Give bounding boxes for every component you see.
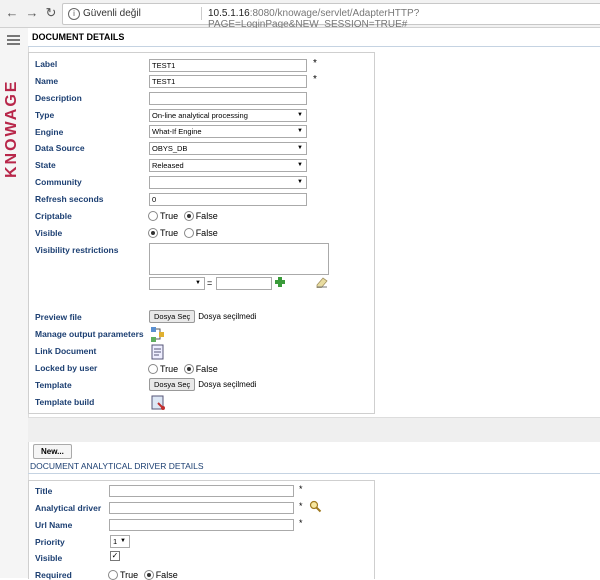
- description-input[interactable]: [149, 92, 307, 105]
- erase-restriction-icon[interactable]: [314, 276, 328, 290]
- required-false-radio[interactable]: [143, 569, 154, 580]
- equals-sign: =: [207, 278, 213, 288]
- refresh-seconds-input[interactable]: 0: [149, 193, 307, 206]
- required-label: Required: [35, 570, 72, 580]
- radio-label: False: [195, 363, 218, 374]
- knowage-logo: KNOWAGE: [3, 79, 20, 178]
- link-document-icon[interactable]: [151, 344, 164, 362]
- document-details-header: DOCUMENT DETAILS: [28, 28, 600, 47]
- security-label: Güvenli değil: [83, 8, 141, 19]
- link-document-label: Link Document: [35, 346, 97, 356]
- state-select[interactable]: Released: [149, 159, 307, 172]
- state-label: State: [35, 160, 56, 170]
- visible-radio-group: True False: [148, 227, 221, 238]
- description-label: Description: [35, 93, 82, 103]
- new-button[interactable]: New...: [33, 444, 72, 459]
- criptable-true-radio[interactable]: [148, 210, 158, 221]
- criptable-false-radio[interactable]: [183, 210, 194, 221]
- template-build-icon[interactable]: [151, 395, 166, 413]
- template-build-label: Template build: [35, 397, 95, 407]
- preview-file-status: Dosya seçilmedi: [198, 312, 257, 321]
- locked-by-user-radio-group: True False: [148, 363, 221, 374]
- driver-visible-label: Visible: [35, 553, 63, 563]
- forward-icon[interactable]: →: [25, 6, 39, 20]
- template-label: Template: [35, 380, 72, 390]
- analytical-driver-input[interactable]: [109, 502, 294, 514]
- visibility-restrictions-list[interactable]: [149, 243, 329, 275]
- title-input[interactable]: [109, 485, 294, 497]
- type-select[interactable]: On-line analytical processing: [149, 109, 307, 122]
- back-icon[interactable]: ←: [5, 6, 19, 20]
- url-name-input[interactable]: [109, 519, 294, 531]
- restriction-attribute-select[interactable]: [149, 277, 205, 290]
- browser-toolbar: ← → ↻ i Güvenli değil 10.5.1.16:8080/kno…: [0, 0, 600, 30]
- reload-icon[interactable]: ↻: [44, 6, 58, 20]
- driver-details-header: DOCUMENT ANALYTICAL DRIVER DETAILS: [28, 460, 600, 474]
- label-field-label: Label: [35, 59, 58, 69]
- community-label: Community: [35, 177, 82, 187]
- required-mark: *: [299, 518, 303, 528]
- radio-label: False: [155, 569, 178, 580]
- template-file-chooser: Dosya Seç Dosya seçilmedi: [149, 378, 257, 391]
- required-mark: *: [299, 484, 303, 494]
- locked-false-radio[interactable]: [183, 363, 194, 374]
- driver-visible-checkbox[interactable]: ✓: [110, 551, 120, 561]
- sidebar: KNOWAGE: [0, 28, 29, 578]
- restriction-value-input[interactable]: [216, 277, 272, 290]
- visible-label: Visible: [35, 228, 63, 238]
- type-label: Type: [35, 110, 55, 120]
- search-icon[interactable]: [309, 500, 322, 515]
- manage-output-parameters-label: Manage output parameters: [35, 329, 144, 339]
- required-radio-group: True False: [108, 569, 181, 580]
- locked-by-user-label: Locked by user: [35, 363, 98, 373]
- section-title: DOCUMENT DETAILS: [32, 32, 125, 42]
- required-mark: *: [313, 58, 317, 69]
- criptable-label: Criptable: [35, 211, 72, 221]
- data-source-select[interactable]: OBYS_DB: [149, 142, 307, 155]
- name-input[interactable]: TEST1: [149, 75, 307, 88]
- url-text[interactable]: 10.5.1.16:8080/knowage/servlet/AdapterHT…: [208, 8, 600, 30]
- separator-bar: [28, 417, 600, 442]
- criptable-radio-group: True False: [148, 210, 221, 221]
- template-file-status: Dosya seçilmedi: [198, 380, 257, 389]
- required-mark: *: [299, 501, 303, 511]
- radio-label: False: [195, 210, 218, 221]
- label-input[interactable]: TEST1: [149, 59, 307, 72]
- menu-icon[interactable]: [7, 35, 20, 45]
- preview-file-chooser: Dosya Seç Dosya seçilmedi: [149, 310, 257, 323]
- data-source-label: Data Source: [35, 143, 85, 153]
- url-name-label: Url Name: [35, 520, 73, 530]
- radio-label: False: [195, 227, 218, 238]
- template-file-button[interactable]: Dosya Seç: [149, 378, 196, 391]
- community-select[interactable]: [149, 176, 307, 189]
- visible-true-radio[interactable]: [148, 227, 158, 238]
- radio-label: True: [160, 363, 179, 374]
- refresh-seconds-label: Refresh seconds: [35, 194, 104, 204]
- required-mark: *: [313, 74, 317, 85]
- visible-false-radio[interactable]: [183, 227, 194, 238]
- engine-select[interactable]: What-If Engine: [149, 125, 307, 138]
- address-bar[interactable]: i Güvenli değil 10.5.1.16:8080/knowage/s…: [62, 3, 600, 30]
- radio-label: True: [120, 569, 139, 580]
- url-host: 10.5.1.16: [208, 8, 250, 19]
- radio-label: True: [160, 210, 179, 221]
- required-true-radio[interactable]: [108, 569, 118, 580]
- locked-true-radio[interactable]: [148, 363, 158, 374]
- output-parameters-icon[interactable]: [150, 326, 166, 346]
- section-title: DOCUMENT ANALYTICAL DRIVER DETAILS: [30, 461, 204, 471]
- title-label: Title: [35, 486, 53, 496]
- preview-file-button[interactable]: Dosya Seç: [149, 310, 196, 323]
- visibility-restrictions-label: Visibility restrictions: [35, 245, 119, 255]
- engine-label: Engine: [35, 127, 64, 137]
- priority-select[interactable]: 1: [110, 535, 130, 548]
- info-icon[interactable]: i: [68, 8, 80, 20]
- name-field-label: Name: [35, 76, 59, 86]
- analytical-driver-label: Analytical driver: [35, 503, 102, 513]
- radio-label: True: [160, 227, 179, 238]
- preview-file-label: Preview file: [35, 312, 82, 322]
- divider: [201, 7, 202, 20]
- priority-label: Priority: [35, 537, 65, 547]
- add-restriction-icon[interactable]: [274, 276, 286, 290]
